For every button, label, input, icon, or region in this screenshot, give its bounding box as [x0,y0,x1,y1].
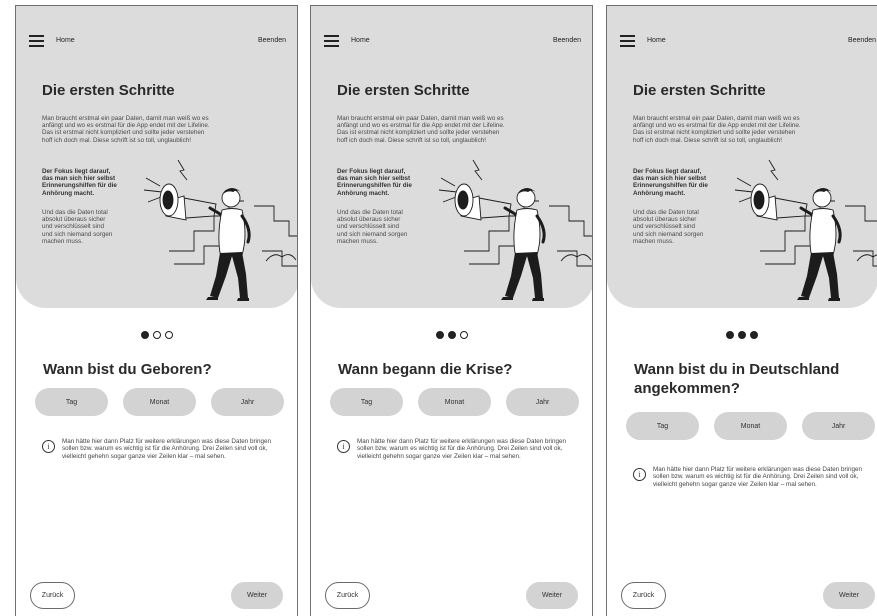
hero-paragraph-intro: Man braucht erstmal ein paar Daten, dami… [633,115,801,144]
hero-title: Die ersten Schritte [42,82,175,99]
hamburger-menu-icon[interactable] [324,35,339,47]
onboarding-screen-2: Home Beenden Die ersten Schritte Man bra… [310,5,593,616]
info-icon: i [633,468,646,481]
next-button[interactable]: Weiter [823,582,875,609]
hero-card: Home Beenden Die ersten Schritte Man bra… [16,6,297,308]
top-bar: Home Beenden [311,6,592,66]
question-heading: Wann begann die Krise? [338,361,513,378]
next-button[interactable]: Weiter [526,582,578,609]
person-with-megaphone-illustration [734,159,877,301]
hero-title: Die ersten Schritte [337,82,470,99]
day-field[interactable]: Tag [626,412,699,440]
hero-paragraph-intro: Man braucht erstmal ein paar Daten, dami… [42,115,210,144]
person-with-megaphone-illustration [438,159,592,301]
question-heading: Wann bist du Geboren? [43,361,212,378]
info-text: Man hätte hier dann Platz für weitere er… [62,438,271,460]
step-dot-3 [459,331,468,339]
date-fields: Tag Monat Jahr [35,388,284,416]
next-button[interactable]: Weiter [231,582,283,609]
step-dot-3 [750,331,758,339]
step-indicator [16,326,297,344]
home-link[interactable]: Home [647,37,666,44]
hamburger-menu-icon[interactable] [620,35,635,47]
info-text: Man hätte hier dann Platz für weitere er… [357,438,566,460]
month-field[interactable]: Monat [714,412,787,440]
step-dot-2 [447,331,456,339]
year-field[interactable]: Jahr [506,388,579,416]
hero-paragraph-security: Und das die Daten total absolut überaus … [633,209,704,245]
end-button[interactable]: Beenden [848,37,876,44]
home-link[interactable]: Home [351,37,370,44]
step-dot-2 [152,331,161,339]
day-field[interactable]: Tag [35,388,108,416]
person-with-megaphone-illustration [143,159,297,301]
hero-card: Home Beenden Die ersten Schritte Man bra… [607,6,877,308]
date-fields: Tag Monat Jahr [626,412,875,440]
hero-paragraph-focus: Der Fokus liegt darauf, das man sich hie… [337,168,412,197]
step-dot-1 [140,331,149,339]
info-box: i Man hätte hier dann Platz für weitere … [337,438,577,460]
hero-card: Home Beenden Die ersten Schritte Man bra… [311,6,592,308]
day-field[interactable]: Tag [330,388,403,416]
hero-paragraph-focus: Der Fokus liegt darauf, das man sich hie… [42,168,117,197]
top-bar: Home Beenden [607,6,877,66]
step-dot-1 [726,331,734,339]
date-fields: Tag Monat Jahr [330,388,579,416]
back-button[interactable]: Zurück [621,582,666,609]
month-field[interactable]: Monat [418,388,491,416]
step-dot-3 [164,331,173,339]
home-link[interactable]: Home [56,37,75,44]
question-heading: Wann bist du in Deutschland angekommen? [634,361,840,397]
onboarding-screen-3: Home Beenden Die ersten Schritte Man bra… [606,5,877,616]
end-button[interactable]: Beenden [553,37,581,44]
info-box: i Man hätte hier dann Platz für weitere … [42,438,282,460]
onboarding-screen-1: Home Beenden Die ersten Schritte Man bra… [15,5,298,616]
hero-paragraph-security: Und das die Daten total absolut überaus … [42,209,113,245]
back-button[interactable]: Zurück [325,582,370,609]
month-field[interactable]: Monat [123,388,196,416]
info-icon: i [42,440,55,453]
year-field[interactable]: Jahr [211,388,284,416]
hero-paragraph-security: Und das die Daten total absolut überaus … [337,209,408,245]
hero-paragraph-focus: Der Fokus liegt darauf, das man sich hie… [633,168,708,197]
step-indicator [311,326,592,344]
year-field[interactable]: Jahr [802,412,875,440]
top-bar: Home Beenden [16,6,297,66]
end-button[interactable]: Beenden [258,37,286,44]
hamburger-menu-icon[interactable] [29,35,44,47]
back-button[interactable]: Zurück [30,582,75,609]
step-dot-2 [738,331,746,339]
step-indicator [607,326,877,344]
info-box: i Man hätte hier dann Platz für weitere … [633,466,873,488]
info-icon: i [337,440,350,453]
hero-paragraph-intro: Man braucht erstmal ein paar Daten, dami… [337,115,505,144]
hero-title: Die ersten Schritte [633,82,766,99]
info-text: Man hätte hier dann Platz für weitere er… [653,466,862,488]
step-dot-1 [435,331,444,339]
